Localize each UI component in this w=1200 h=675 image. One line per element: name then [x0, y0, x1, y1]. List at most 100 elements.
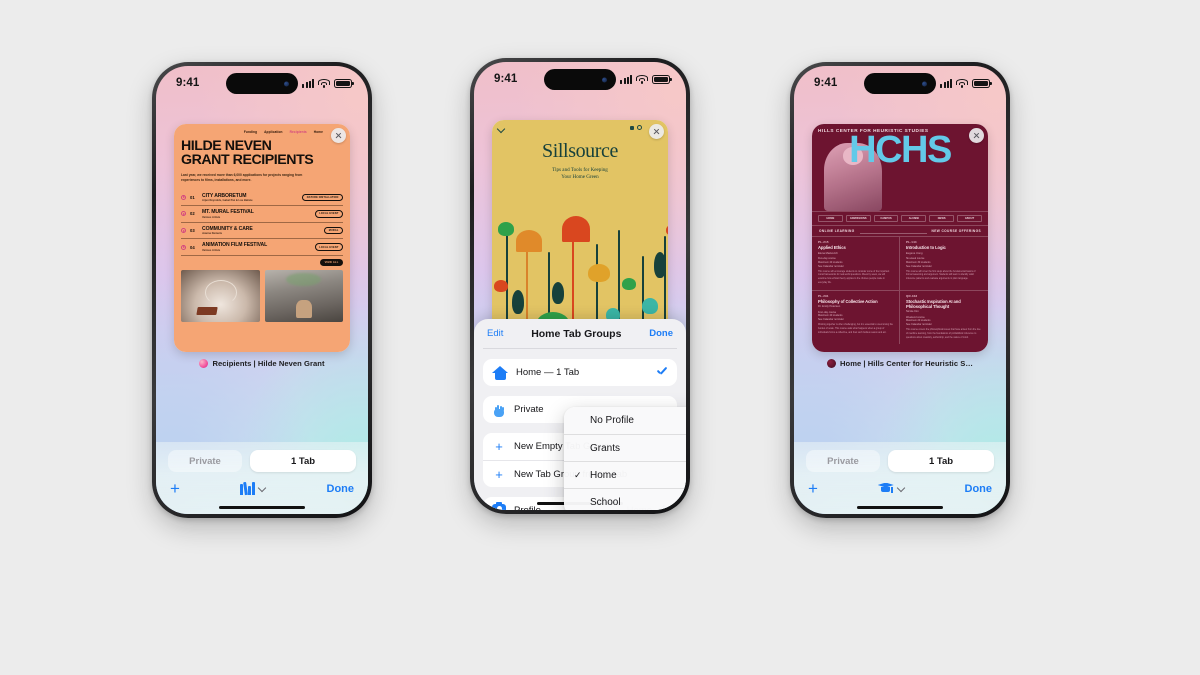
tab-card-area: Funding Application Recipients Home HILD…	[174, 124, 350, 368]
sheet-title: Home Tab Groups	[531, 327, 622, 340]
phone-hchs: 9:41 HILLS CENTER FOR HEURISTIC STUDIES …	[790, 62, 1010, 518]
course-card[interactable]: PL-291 Philosophy of Collective Action D…	[812, 289, 900, 345]
private-tab-pill[interactable]: Private	[806, 450, 880, 472]
course-meta: Four-day course Maximum 40 students See …	[818, 310, 844, 322]
item-number: 04	[190, 244, 195, 250]
hchs-hero: HCHS	[812, 131, 988, 211]
tab-card[interactable]: HILLS CENTER FOR HEURISTIC STUDIES HCHS …	[812, 124, 988, 352]
nav-news[interactable]: NEWS	[929, 215, 955, 223]
row-label: Home — 1 Tab	[516, 367, 580, 378]
battery-icon	[972, 78, 992, 88]
nav-home[interactable]: HOME	[818, 215, 843, 223]
done-button[interactable]: Done	[965, 483, 993, 495]
status-time: 9:41	[494, 73, 518, 85]
course-card[interactable]: PL-215 Applied Ethics Elena Markovich Fi…	[812, 235, 900, 290]
sheet-done-button[interactable]: Done	[649, 328, 673, 339]
toolbar-actions: + Done	[156, 472, 368, 497]
menu-item-label: Grants	[590, 442, 621, 454]
hchs-site-nav: HOME ADMISSIONS CAMPUS ALUMNI NEWS ABOUT	[812, 211, 988, 227]
phone-hchs-screen: 9:41 HILLS CENTER FOR HEURISTIC STUDIES …	[794, 66, 1006, 514]
close-tab-icon[interactable]	[331, 128, 346, 143]
view-all-button[interactable]: VIEW ALL	[320, 259, 343, 266]
wifi-icon	[956, 78, 968, 88]
item-credits: Joanne Demaris	[202, 232, 223, 236]
list-item[interactable]: 04 ANIMATION FILM FESTIVAL Various Artis…	[181, 239, 343, 256]
nav-alumni[interactable]: ALUMNI	[901, 215, 927, 223]
course-instructor: Elena Markovich	[818, 251, 838, 255]
nav-about[interactable]: ABOUT	[957, 215, 982, 223]
hchs-webpage: HILLS CENTER FOR HEURISTIC STUDIES HCHS …	[812, 124, 988, 352]
profile-icon	[492, 502, 506, 510]
home-indicator[interactable]	[857, 505, 943, 509]
grants-title: HILDE NEVEN GRANT RECIPIENTS	[181, 139, 343, 167]
graduation-cap-icon	[877, 482, 894, 495]
menu-item-grants[interactable]: Grants	[564, 434, 686, 461]
grants-webpage: Funding Application Recipients Home HILD…	[174, 124, 350, 352]
favicon-hchs	[826, 359, 836, 368]
menu-item-no-profile[interactable]: No Profile	[564, 407, 686, 434]
course-description: This course will cover the first steps a…	[906, 270, 976, 281]
course-card[interactable]: QR-333 Stochastic Inspiration AI and Phi…	[900, 289, 988, 345]
nav-admissions[interactable]: ADMISSIONS	[845, 215, 871, 223]
tab-card[interactable]: Sillsource Tips and Tools for Keeping Yo…	[492, 120, 668, 348]
menu-item-school[interactable]: School	[564, 488, 686, 510]
status-indicators	[302, 78, 354, 88]
play-icon	[181, 194, 186, 200]
edit-button[interactable]: Edit	[487, 328, 503, 339]
sillsource-subtitle-line2: Your Home Green	[561, 173, 599, 180]
item-credits: Arjun Reynolds, Isabel Paz & Lou Batiste	[202, 199, 253, 203]
nav-home[interactable]: Home	[314, 130, 323, 134]
favicon-grants	[199, 359, 209, 368]
front-camera-icon	[922, 81, 927, 86]
front-camera-icon	[284, 81, 289, 86]
close-tab-icon[interactable]	[649, 124, 664, 139]
done-button[interactable]: Done	[327, 483, 355, 495]
new-tab-button[interactable]: +	[808, 480, 818, 497]
nav-recipients[interactable]: Recipients	[290, 130, 307, 134]
item-tag: LOCAL EVENT	[314, 243, 343, 251]
close-tab-icon[interactable]	[969, 128, 984, 143]
sillsource-subtitle: Tips and Tools for Keeping Your Home Gre…	[492, 167, 668, 181]
chevron-down-icon[interactable]	[498, 125, 505, 132]
tab-count-pill[interactable]: 1 Tab	[250, 450, 356, 472]
course-code: QR-333	[906, 293, 918, 298]
nav-campus[interactable]: CAMPUS	[873, 215, 899, 223]
battery-icon	[652, 74, 672, 84]
wifi-icon	[318, 78, 330, 88]
tab-title-row: Recipients | Hilde Neven Grant	[174, 359, 350, 368]
list-item[interactable]: 01 CITY ARBORETUM Arjun Reynolds, Isabel…	[181, 190, 343, 207]
grants-gallery	[181, 269, 343, 322]
course-name: Stochastic Inspiration AI and Philosophi…	[906, 298, 961, 309]
item-number: 02	[190, 211, 195, 217]
sidebar-item-home-tab-group[interactable]: Home — 1 Tab	[483, 359, 677, 386]
home-indicator[interactable]	[219, 505, 305, 509]
menu-item-icon-slot	[685, 444, 686, 453]
new-tab-button[interactable]: +	[170, 480, 180, 497]
tab-card[interactable]: Funding Application Recipients Home HILD…	[174, 124, 350, 352]
phone-sillsource: 9:41 Sillsource Tips and Tools for Keepi…	[470, 58, 690, 514]
private-tab-pill[interactable]: Private	[168, 450, 242, 472]
list-item[interactable]: 02 MT. MURAL FESTIVAL Various Artists LO…	[181, 206, 343, 223]
menu-item-label: Home	[590, 469, 617, 481]
tab-group-selector[interactable]	[240, 481, 266, 496]
status-indicators	[620, 74, 672, 84]
tab-group-list-current: Home — 1 Tab	[483, 359, 677, 386]
tab-group-selector[interactable]	[877, 482, 905, 495]
books-icon	[240, 481, 256, 496]
menu-item-home[interactable]: ✓ Home	[564, 461, 686, 488]
course-card[interactable]: PL-144 Introduction to Logic Eugene Uong…	[900, 235, 988, 290]
item-title: CITY ARBORETUM	[202, 192, 247, 199]
nav-funding[interactable]: Funding	[244, 130, 257, 134]
list-item[interactable]: 03 COMMUNITY & CARE Joanne Demaris MURAL	[181, 223, 343, 240]
dynamic-island	[544, 69, 616, 90]
status-time: 9:41	[814, 77, 838, 89]
toolbar-pills: Private 1 Tab	[794, 442, 1006, 472]
view-all-row: VIEW ALL	[181, 259, 343, 266]
nav-application[interactable]: Application	[264, 130, 282, 134]
tab-count-pill[interactable]: 1 Tab	[888, 450, 994, 472]
phone-sillsource-screen: 9:41 Sillsource Tips and Tools for Keepi…	[474, 62, 686, 510]
cellular-signal-icon	[620, 74, 632, 84]
profile-dropdown-menu: No Profile Grants ✓ Home School	[564, 407, 686, 510]
item-title: COMMUNITY & CARE	[202, 225, 253, 232]
tab-title: Recipients | Hilde Neven Grant	[212, 359, 325, 368]
